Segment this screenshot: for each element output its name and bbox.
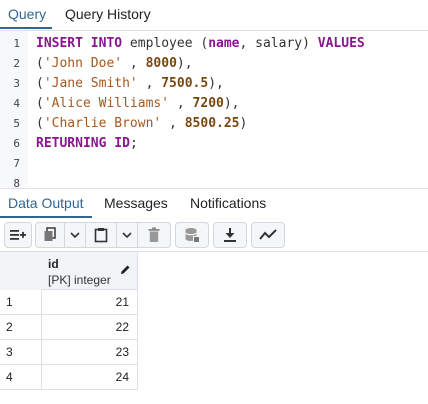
line-number: 2 — [13, 57, 20, 70]
code-token: , — [122, 56, 146, 71]
code-token: ID — [114, 136, 130, 151]
column-name: id — [48, 257, 59, 271]
delete-row-button[interactable] — [137, 222, 171, 248]
query-tabs: Query Query History — [0, 0, 428, 31]
graph-visualiser-button[interactable] — [251, 222, 285, 248]
delete-icon — [148, 227, 160, 242]
column-type: [PK] integer — [48, 273, 111, 287]
table-cell[interactable]: 22 — [42, 315, 138, 340]
code-token: 7500.5 — [161, 76, 209, 91]
code-token: , salary) — [239, 36, 318, 51]
row-number[interactable]: 4 — [0, 365, 42, 390]
code-token: ( — [36, 56, 44, 71]
code-token: RETURNING — [36, 136, 107, 151]
code-text: ('Alice Williams' , 7200), — [36, 94, 240, 114]
add-row-icon — [10, 230, 26, 240]
line-number: 6 — [13, 137, 20, 150]
copy-options-dropdown[interactable] — [64, 222, 86, 248]
paste-button[interactable] — [85, 222, 117, 248]
tab-query[interactable]: Query — [0, 0, 52, 29]
code-token: ( — [36, 76, 44, 91]
chevron-down-icon — [70, 232, 80, 239]
table-cell[interactable]: 21 — [42, 290, 138, 315]
code-token: VALUES — [317, 36, 365, 51]
line-number: 3 — [13, 77, 20, 90]
line-number: 1 — [13, 37, 20, 50]
code-token: name — [208, 36, 240, 51]
row-number[interactable]: 2 — [0, 315, 42, 340]
sql-editor[interactable]: 1 INSERT INTO employee (name, salary) VAL… — [0, 31, 428, 190]
download-button[interactable] — [213, 222, 247, 248]
add-row-button[interactable] — [4, 222, 32, 248]
code-token: ), — [223, 96, 240, 111]
code-token: 8000 — [145, 56, 177, 71]
copy-button[interactable] — [35, 222, 65, 248]
code-token: ), — [208, 76, 224, 91]
code-token: employee ( — [122, 36, 209, 51]
download-icon — [224, 228, 236, 242]
code-token: 'Alice Williams' — [43, 96, 170, 111]
save-data-icon — [185, 228, 200, 243]
line-number: 5 — [13, 117, 20, 130]
row-number[interactable]: 3 — [0, 340, 42, 365]
row-number[interactable]: 1 — [0, 290, 42, 315]
copy-icon — [44, 227, 56, 241]
paste-icon — [94, 228, 108, 243]
code-token: ( — [36, 96, 44, 111]
code-token: 'Charlie Brown' — [43, 116, 162, 131]
code-token: ) — [239, 116, 248, 131]
save-data-button[interactable] — [175, 222, 209, 248]
code-token: , — [161, 116, 185, 131]
chevron-down-icon — [122, 232, 132, 239]
edit-icon[interactable] — [119, 264, 131, 276]
data-output-toolbar — [0, 219, 428, 252]
line-number: 4 — [13, 97, 20, 110]
code-token: , — [137, 76, 162, 91]
code-text: ('Charlie Brown' , 8500.25) — [36, 114, 247, 134]
code-token: , — [169, 96, 193, 111]
code-text: ('John Doe' , 8000), — [36, 54, 193, 74]
code-token: 7200 — [192, 96, 224, 111]
code-text: ('Jane Smith' , 7500.5), — [36, 74, 224, 94]
table-cell[interactable]: 24 — [42, 365, 138, 390]
code-token: 'Jane Smith' — [43, 76, 138, 91]
code-text: RETURNING ID; — [36, 134, 138, 154]
code-token: INSERT INTO — [36, 36, 123, 51]
output-tabs: Data Output Messages Notifications — [0, 188, 428, 220]
table-cell[interactable]: 23 — [42, 340, 138, 365]
code-token: 'John Doe' — [43, 56, 123, 71]
code-token: ), — [176, 56, 193, 71]
code-text: INSERT INTO employee (name, salary) VALU… — [36, 34, 365, 54]
line-number: 7 — [13, 157, 20, 170]
code-token: ; — [129, 136, 138, 151]
column-header-id[interactable]: id [PK] integer — [42, 252, 138, 290]
tab-messages[interactable]: Messages — [96, 189, 176, 218]
graph-icon — [259, 229, 277, 240]
tab-data-output[interactable]: Data Output — [0, 189, 92, 218]
tab-query-history[interactable]: Query History — [57, 0, 159, 29]
paste-options-dropdown[interactable] — [116, 222, 138, 248]
code-token: 8500.25 — [184, 116, 240, 131]
tab-notifications[interactable]: Notifications — [182, 189, 274, 218]
grid-corner — [0, 252, 43, 291]
code-token: ( — [36, 116, 44, 131]
